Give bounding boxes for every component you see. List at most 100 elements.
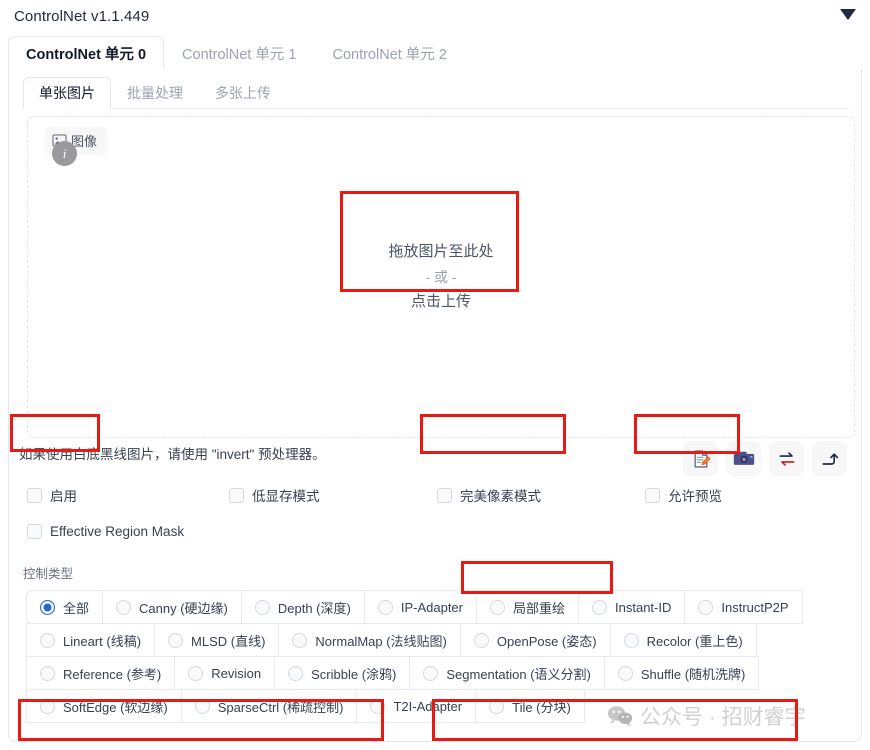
low-vram-checkbox[interactable]: 低显存模式 (229, 485, 320, 505)
radio-dot-icon (490, 599, 505, 615)
effective-region-mask-wrap: Effective Region Mask (27, 524, 184, 539)
control-type-option-segmentation[interactable]: Segmentation (语义分割) (409, 656, 605, 690)
camera-button[interactable] (726, 441, 761, 476)
edit-document-button[interactable] (683, 441, 718, 476)
control-type-option-label: Revision (211, 665, 262, 681)
control-type-option-label: 全部 (63, 600, 90, 616)
control-type-radio-group: 全部 Canny (硬边缘) Depth (深度) IP-Adapter 局部重绘 Ins… (26, 590, 827, 723)
control-type-option-label: Reference (参考) (63, 666, 162, 682)
chevron-down-icon[interactable] (840, 9, 856, 20)
control-type-option-openpose[interactable]: OpenPose (姿态) (459, 623, 611, 657)
radio-dot-icon (623, 632, 639, 648)
image-toolbar (683, 441, 847, 476)
panel-divider (9, 745, 10, 750)
control-type-label: 控制类型 (23, 567, 74, 581)
tab-multi-upload[interactable]: 多张上传 (199, 77, 287, 109)
control-type-option-lineart[interactable]: Lineart (线稿) (26, 623, 156, 657)
radio-dot-icon (489, 698, 505, 714)
swap-button[interactable] (769, 441, 804, 476)
radio-dot-icon (40, 698, 55, 714)
control-type-option-label: Depth (深度) (277, 600, 351, 616)
dropzone-line-or: - 或 - (425, 268, 457, 285)
tab-batch-process[interactable]: 批量处理 (111, 77, 199, 109)
send-arrow-icon (822, 452, 838, 465)
radio-dot-icon (116, 599, 132, 615)
effective-region-mask-checkbox[interactable]: Effective Region Mask (27, 524, 184, 539)
control-type-option-label: 局部重绘 (513, 600, 566, 616)
pixel-perfect-checkbox-label: 完美像素模式 (460, 489, 541, 504)
tab-controlnet-unit-0[interactable]: ControlNet 单元 0 (8, 36, 165, 70)
radio-dot-icon (292, 632, 308, 648)
pixel-perfect-checkbox-wrap: 完美像素模式 (437, 485, 541, 505)
effective-region-mask-label: Effective Region Mask (50, 524, 185, 539)
radio-dot-icon (370, 698, 386, 714)
control-type-option-sparsectrl[interactable]: SparseCtrl (稀疏控制) (180, 689, 358, 723)
control-type-option-label: Shuffle (随机洗牌) (640, 666, 746, 682)
effective-region-mask-checkbox-box[interactable] (27, 524, 42, 539)
control-type-option-[interactable]: 局部重绘 (476, 590, 580, 624)
radio-dot-icon (617, 665, 633, 681)
control-type-option-mlsd[interactable]: MLSD (直线) (154, 623, 280, 657)
control-type-option-scribble[interactable]: Scribble (涂鸦) (274, 656, 411, 690)
tab-controlnet-unit-1[interactable]: ControlNet 单元 1 (164, 36, 314, 70)
swap-arrows-icon (779, 451, 794, 466)
control-type-option-label: NormalMap (法线贴图) (315, 633, 447, 649)
control-type-option-label: MLSD (直线) (191, 633, 266, 649)
control-type-option-label: OpenPose (姿态) (496, 633, 597, 649)
allow-preview-checkbox-box[interactable] (645, 487, 660, 503)
control-type-option-reference[interactable]: Reference (参考) (26, 656, 176, 690)
control-type-option-t2i-adapter[interactable]: T2I-Adapter (356, 689, 477, 723)
radio-dot-icon (168, 632, 184, 648)
control-type-option-label: Lineart (线稿) (63, 633, 142, 649)
enable-checkbox-label: 启用 (50, 489, 77, 504)
control-type-option-shuffle[interactable]: Shuffle (随机洗牌) (603, 656, 760, 690)
control-type-option-label: Canny (硬边缘) (139, 600, 228, 616)
radio-dot-icon (40, 599, 55, 615)
radio-dot-icon (288, 665, 304, 681)
radio-dot-icon (473, 632, 489, 648)
enable-checkbox[interactable]: 启用 (27, 485, 77, 505)
radio-dot-icon (592, 599, 608, 615)
control-type-option-tile[interactable]: Tile (分块) (475, 689, 585, 723)
control-type-option-label: SparseCtrl (稀疏控制) (217, 699, 344, 715)
radio-dot-icon (698, 599, 714, 615)
dropzone-line-click: 点击上传 (410, 293, 471, 311)
enable-checkbox-wrap: 启用 (27, 485, 77, 505)
control-type-option-ip-adapter[interactable]: IP-Adapter (363, 590, 477, 624)
radio-dot-icon (188, 665, 204, 681)
control-type-option-label: InstructP2P (721, 599, 789, 615)
control-type-option-depth[interactable]: Depth (深度) (240, 590, 365, 624)
pixel-perfect-checkbox-box[interactable] (437, 487, 452, 503)
allow-preview-checkbox-label: 允许预览 (668, 489, 722, 504)
accordion-header[interactable]: ControlNet v1.1.449 (0, 0, 870, 33)
control-type-option-normalmap[interactable]: NormalMap (法线贴图) (278, 623, 461, 657)
control-type-option-label: IP-Adapter (400, 599, 463, 615)
control-type-option-revision[interactable]: Revision (174, 656, 276, 690)
control-type-option-label: SoftEdge (软边缘) (63, 699, 168, 715)
low-vram-checkbox-box[interactable] (229, 487, 244, 503)
radio-dot-icon (377, 599, 393, 615)
control-type-option-instant-id[interactable]: Instant-ID (578, 590, 686, 624)
control-type-option-label: Instant-ID (615, 599, 672, 615)
control-type-option-label: Tile (分块) (512, 699, 571, 715)
tab-single-image[interactable]: 单张图片 (23, 77, 111, 109)
send-button[interactable] (812, 441, 847, 476)
control-type-option-canny[interactable]: Canny (硬边缘) (102, 590, 242, 624)
radio-dot-icon (194, 698, 210, 714)
radio-dot-icon (40, 632, 55, 648)
low-vram-checkbox-label: 低显存模式 (252, 489, 320, 504)
allow-preview-checkbox[interactable]: 允许预览 (645, 485, 722, 505)
control-type-option-label: T2I-Adapter (393, 698, 463, 714)
control-type-option-[interactable]: 全部 (26, 590, 104, 624)
control-type-option-recolor[interactable]: Recolor (重上色) (609, 623, 757, 657)
enable-checkbox-box[interactable] (27, 487, 42, 503)
image-dropzone[interactable]: 图像 i 拖放图片至此处 - 或 - 点击上传 (27, 116, 855, 438)
edit-document-icon (694, 449, 710, 468)
control-type-option-softedge[interactable]: SoftEdge (软边缘) (26, 689, 182, 723)
controlnet-panel: ControlNet v1.1.449 ControlNet 单元 0 Cont… (0, 0, 870, 750)
control-type-option-instructp2p[interactable]: InstructP2P (684, 590, 803, 624)
radio-dot-icon (40, 665, 55, 681)
pixel-perfect-checkbox[interactable]: 完美像素模式 (437, 485, 541, 505)
tab-controlnet-unit-2[interactable]: ControlNet 单元 2 (314, 36, 464, 70)
invert-hint-text: 如果使用白底黑线图片，请使用 "invert" 预处理器。 (19, 447, 326, 462)
